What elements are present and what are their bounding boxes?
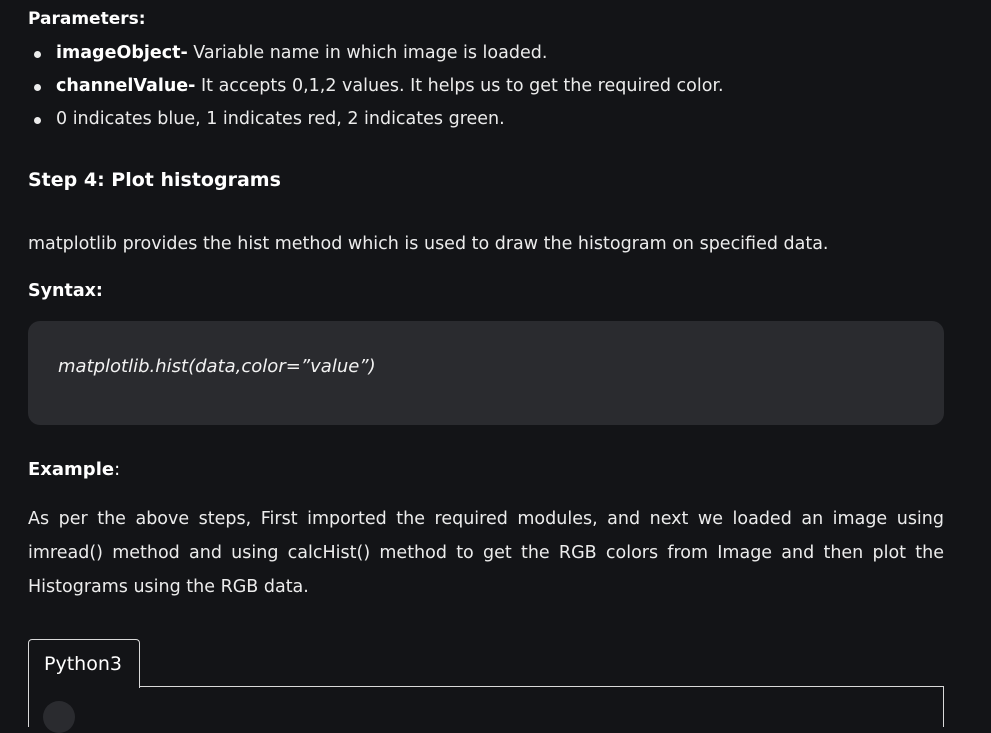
example-label-text: Example: [28, 459, 115, 480]
intro-paragraph: matplotlib provides the hist method whic…: [28, 234, 829, 254]
syntax-label: Syntax:: [28, 281, 103, 301]
tab-label: Python3: [44, 653, 122, 675]
syntax-code-block: matplotlib.hist(data,color=”value”): [28, 321, 944, 425]
list-item: channelValue- It accepts 0,1,2 values. I…: [28, 70, 724, 103]
param-desc: 0 indicates blue, 1 indicates red, 2 ind…: [56, 109, 505, 129]
syntax-code: matplotlib.hist(data,color=”value”): [58, 356, 376, 377]
param-term: channelValue-: [56, 76, 196, 96]
param-desc: It accepts 0,1,2 values. It helps us to …: [195, 76, 724, 96]
tab-python3[interactable]: Python3: [28, 639, 140, 688]
parameters-heading: Parameters:: [28, 9, 146, 29]
step-heading: Step 4: Plot histograms: [28, 169, 281, 191]
code-gutter-icon: [43, 701, 75, 733]
example-paragraph: As per the above steps, First imported t…: [28, 509, 944, 597]
parameters-list: imageObject- Variable name in which imag…: [28, 37, 724, 136]
param-term: imageObject-: [56, 43, 188, 63]
list-item: imageObject- Variable name in which imag…: [28, 37, 724, 70]
example-label-colon: :: [114, 459, 121, 480]
param-desc: Variable name in which image is loaded.: [187, 43, 548, 63]
example-label: Example:: [28, 459, 120, 480]
code-panel: [28, 686, 944, 733]
list-item: 0 indicates blue, 1 indicates red, 2 ind…: [28, 103, 724, 136]
